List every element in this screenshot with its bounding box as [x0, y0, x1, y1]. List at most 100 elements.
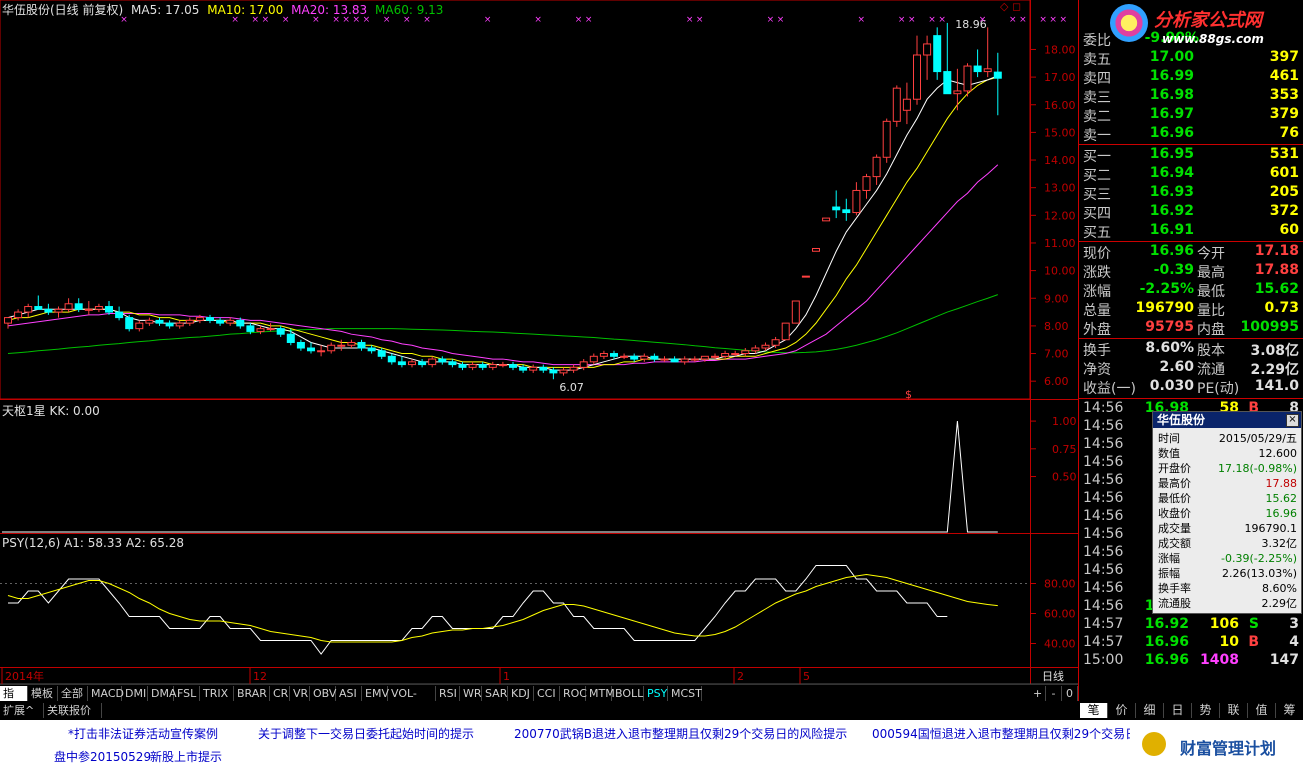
- signal-x-marker: ×: [898, 15, 906, 25]
- price-tick-label: 15.00: [1044, 126, 1076, 139]
- indicator1-tick-label: 1.00: [1052, 415, 1077, 428]
- tab-obv[interactable]: OBV: [310, 686, 336, 701]
- quote-value: 16.96: [1149, 243, 1194, 259]
- tab-macd[interactable]: MACD: [88, 686, 124, 701]
- candle: [408, 359, 416, 368]
- kline-chart[interactable]: 18.0017.0016.0015.0014.0013.0012.0011.00…: [0, 0, 1078, 700]
- bottom-tab[interactable]: 笔: [1080, 703, 1108, 718]
- tab-brar[interactable]: BRAR: [234, 686, 270, 701]
- candle: [428, 356, 437, 368]
- tab-wr[interactable]: WR: [460, 686, 482, 701]
- popup-key: 流通股: [1158, 597, 1191, 610]
- candle: [387, 353, 396, 365]
- signal-x-marker: ×: [575, 15, 583, 25]
- tab-related-quote[interactable]: 关联报价: [44, 703, 102, 718]
- news-item[interactable]: 新股上市提示: [150, 748, 222, 765]
- tab-boll[interactable]: BOLL: [612, 686, 644, 701]
- ma10-line: [7, 76, 998, 368]
- quote-label: 总量: [1083, 303, 1111, 319]
- signal-x-marker: ×: [938, 15, 946, 25]
- news-item[interactable]: 000594国恒退进入退市整理期且仅剩29个交易日的: [872, 725, 1149, 742]
- tab-cr[interactable]: CR: [270, 686, 290, 701]
- candle: [680, 356, 689, 365]
- tab-kdj[interactable]: KDJ: [508, 686, 534, 701]
- candlesticks: [4, 22, 1002, 380]
- window-controls[interactable]: ◇ ◻: [1000, 0, 1021, 13]
- tab-mcst[interactable]: MCST: [668, 686, 702, 701]
- quote-row: 现价 16.96 今开 17.18: [1079, 243, 1303, 262]
- bottom-tab[interactable]: 筹: [1276, 703, 1303, 718]
- candle: [206, 314, 214, 324]
- candle: [892, 85, 901, 127]
- info-popup[interactable]: 华伍股份 × 时间 2015/05/29/五 数值 12.600 开盘价 17.18(-0…: [1152, 411, 1302, 614]
- signal-x-marker: ×: [1019, 15, 1027, 25]
- tick-price: 16.96: [1144, 652, 1189, 668]
- tab-fsl[interactable]: FSL: [174, 686, 200, 701]
- tab-emv[interactable]: EMV: [362, 686, 389, 701]
- zoom-control[interactable]: 0: [1062, 686, 1078, 701]
- price-tick-label: 6.00: [1044, 375, 1069, 388]
- tick-volume: 1408: [1200, 652, 1239, 668]
- bottom-tab[interactable]: 联: [1220, 703, 1248, 718]
- candle: [347, 339, 356, 349]
- tab-mtm[interactable]: MTM: [586, 686, 615, 701]
- news-item[interactable]: *打击非法证券活动宣传案例: [68, 725, 218, 742]
- psy-panel: 80.00 60.00 40.00: [0, 565, 1076, 655]
- tab-dmi[interactable]: DMI: [122, 686, 148, 701]
- zoom-control[interactable]: +: [1030, 686, 1046, 701]
- tab-roc[interactable]: ROC: [560, 686, 587, 701]
- price-tick-label: 7.00: [1044, 348, 1069, 361]
- bottom-tab[interactable]: 值: [1248, 703, 1276, 718]
- tab-asi[interactable]: ASI: [336, 686, 362, 701]
- candle: [660, 356, 669, 362]
- ma60-line: [7, 294, 998, 355]
- bottom-tab[interactable]: 价: [1108, 703, 1136, 718]
- quote-row: 总量 196790 量比 0.73: [1079, 300, 1303, 319]
- tick-count: 3: [1289, 616, 1299, 632]
- close-icon[interactable]: ×: [1286, 414, 1299, 427]
- candle: [256, 325, 265, 335]
- bottom-tab[interactable]: 势: [1192, 703, 1220, 718]
- tick-volume: 10: [1219, 634, 1239, 650]
- bottom-tab[interactable]: 细: [1136, 703, 1164, 718]
- tab-dma[interactable]: DMA: [148, 686, 177, 701]
- candle: [993, 52, 1002, 116]
- tab-全部[interactable]: 全部: [58, 686, 88, 701]
- news-item[interactable]: 200770武锅B退进入退市整理期且仅剩29个交易日的风险提示: [514, 725, 847, 742]
- tab-vr[interactable]: VR: [290, 686, 310, 701]
- popup-row: 成交额 3.32亿: [1153, 536, 1301, 551]
- psy-tick-label: 80.00: [1044, 578, 1076, 591]
- tab-模板[interactable]: 模板: [28, 686, 58, 701]
- tick-time: 14:56: [1083, 580, 1124, 596]
- tab-rsi[interactable]: RSI: [436, 686, 460, 701]
- tab-trix[interactable]: TRIX: [200, 686, 234, 701]
- time-axis-label: 1: [503, 670, 510, 683]
- candle: [872, 154, 881, 185]
- quote-label: 今开: [1197, 246, 1225, 262]
- signal-x-marker: ×: [484, 15, 492, 25]
- quote-label: 最低: [1197, 284, 1225, 300]
- zoom-control[interactable]: -: [1046, 686, 1062, 701]
- popup-key: 成交量: [1158, 522, 1191, 535]
- popup-value: 15.62: [1265, 492, 1298, 505]
- tab-psy[interactable]: PSY: [644, 686, 668, 701]
- bid-label: 买二: [1083, 168, 1111, 184]
- candle: [630, 353, 639, 362]
- popup-key: 振幅: [1158, 567, 1180, 580]
- candle: [933, 27, 942, 80]
- news-item[interactable]: 关于调整下一交易日委托起始时间的提示: [258, 725, 474, 742]
- quote-row: 卖五 17.00 397: [1079, 49, 1303, 68]
- extension-bar: 扩展^ 关联报价: [0, 701, 1078, 720]
- tab-cci[interactable]: CCI: [534, 686, 560, 701]
- tab-指标[interactable]: 指标: [0, 686, 28, 715]
- fundamental-value: 141.0: [1254, 378, 1299, 394]
- candle: [569, 364, 578, 373]
- ma20-line: [7, 164, 999, 366]
- bottom-tab[interactable]: 日: [1164, 703, 1192, 718]
- period-label[interactable]: 日线: [1042, 669, 1064, 683]
- tab-extension[interactable]: 扩展^: [0, 703, 44, 718]
- tab-sar[interactable]: SAR: [482, 686, 508, 701]
- candle: [610, 350, 618, 360]
- tab-vol-tdx[interactable]: VOL-TDX: [388, 686, 436, 715]
- news-item[interactable]: 盘中参20150529: [54, 748, 151, 765]
